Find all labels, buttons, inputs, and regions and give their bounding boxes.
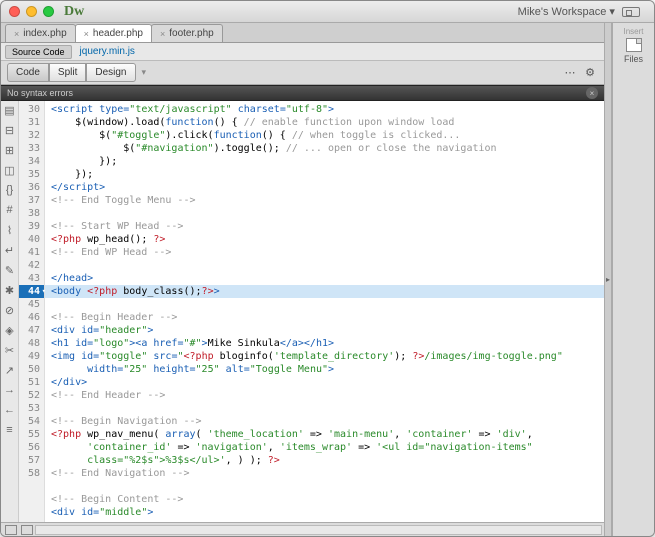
source-code-button[interactable]: Source Code [5,45,72,59]
tab-label: footer.php [169,28,213,39]
layout-icon[interactable] [622,7,640,17]
tab-header[interactable]: × header.php [75,24,152,42]
view-toolbar: Code Split Design ▾ ⋯ ⚙ [1,61,604,85]
format-code-icon[interactable]: ≡ [3,423,17,437]
syntax-status-bar: No syntax errors × [1,85,604,101]
select-parent-icon[interactable]: ◫ [3,163,17,177]
status-message: No syntax errors [7,88,73,98]
close-icon[interactable]: × [84,29,89,39]
close-icon[interactable]: × [160,29,165,39]
expand-icon[interactable]: ⊞ [3,143,17,157]
options-icon[interactable]: ⋯ [562,65,578,81]
remove-comment-icon[interactable]: ⊘ [3,303,17,317]
coding-toolbar: ▤ ⊟ ⊞ ◫ {} # ⌇ ↵ ✎ ✱ ⊘ ◈ ✂ ↗ → ← ≡ [1,101,19,522]
zoom-icon[interactable] [43,6,54,17]
panel-collapse-button[interactable]: ▸ [604,23,612,536]
titlebar: Dw Mike's Workspace ▾ [1,1,654,23]
tab-index[interactable]: × index.php [5,24,76,42]
panel-header: Insert [623,27,643,36]
line-numbers-icon[interactable]: # [3,203,17,217]
workspace-switcher[interactable]: Mike's Workspace ▾ [518,5,640,18]
close-icon[interactable]: × [14,29,19,39]
related-files-bar: Source Code jquery.min.js [1,43,604,61]
settings-icon[interactable]: ⚙ [582,65,598,81]
workspace-label: Mike's Workspace [518,6,607,18]
line-gutter[interactable]: 3031323334353637383940414243444546474849… [19,101,45,522]
close-icon[interactable] [9,6,20,17]
dropdown-arrow-icon[interactable]: ▾ [142,67,147,78]
code-view-button[interactable]: Code [7,63,49,82]
split-view-button[interactable]: Split [49,63,86,82]
open-documents-icon[interactable]: ▤ [3,103,17,117]
status-close-icon[interactable]: × [586,87,598,99]
files-icon[interactable] [626,38,642,52]
collapse-icon[interactable]: ⊟ [3,123,17,137]
move-css-icon[interactable]: ↗ [3,363,17,377]
right-panel: Insert Files [612,23,654,536]
word-wrap-icon[interactable]: ↵ [3,243,17,257]
code-area[interactable]: <script type="text/javascript" charset="… [45,101,604,522]
related-file[interactable]: jquery.min.js [80,46,135,57]
app-logo: Dw [64,4,84,20]
split-vertical-icon[interactable] [21,525,33,535]
outdent-icon[interactable]: ← [3,403,17,417]
highlight-invalid-icon[interactable]: ⌇ [3,223,17,237]
editor-footer [1,522,604,536]
tab-footer[interactable]: × footer.php [151,24,223,42]
recent-snippets-icon[interactable]: ✂ [3,343,17,357]
tab-label: header.php [93,28,143,39]
apply-comment-icon[interactable]: ✱ [3,283,17,297]
indent-icon[interactable]: → [3,383,17,397]
horizontal-scrollbar[interactable] [35,525,602,535]
tab-label: index.php [23,28,66,39]
window-controls [9,6,54,17]
minimize-icon[interactable] [26,6,37,17]
design-view-button[interactable]: Design [86,63,135,82]
split-horizontal-icon[interactable] [5,525,17,535]
app-window: Dw Mike's Workspace ▾ × index.php × header… [0,0,655,537]
code-editor[interactable]: ▤ ⊟ ⊞ ◫ {} # ⌇ ↵ ✎ ✱ ⊘ ◈ ✂ ↗ → ← ≡ [1,101,604,522]
files-label[interactable]: Files [624,54,643,64]
balance-braces-icon[interactable]: {} [3,183,17,197]
wrap-tag-icon[interactable]: ◈ [3,323,17,337]
file-tabs: × index.php × header.php × footer.php [1,23,604,43]
syntax-error-icon[interactable]: ✎ [3,263,17,277]
